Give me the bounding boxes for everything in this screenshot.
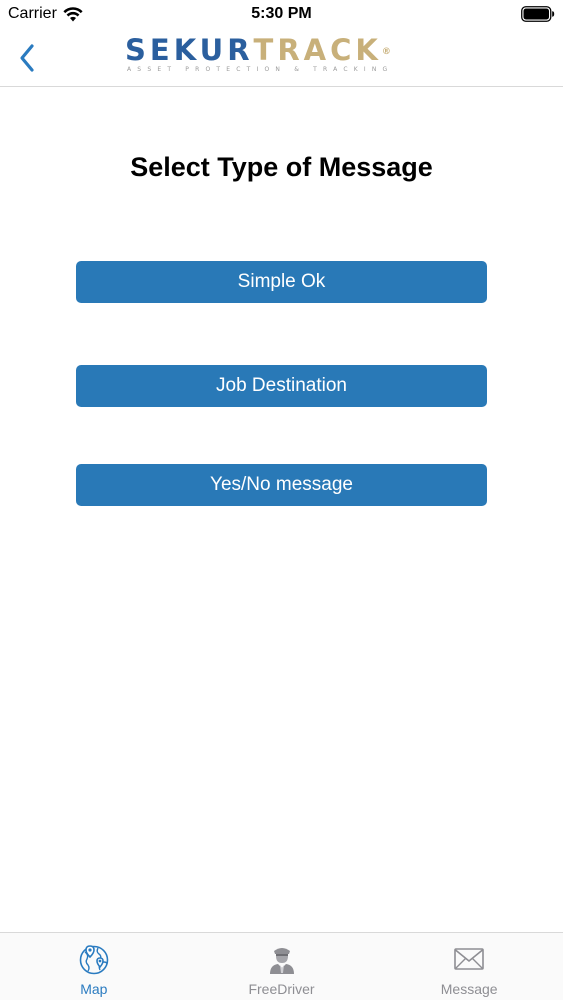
page-title: Select Type of Message	[130, 152, 433, 182]
simple-ok-button[interactable]: Simple Ok	[76, 261, 487, 303]
status-bar: Carrier 5:30 PM	[0, 0, 563, 30]
status-time: 5:30 PM	[251, 5, 312, 22]
chevron-left-icon	[20, 44, 34, 72]
logo-tagline: ASSET PROTECTION & TRACKING	[127, 66, 394, 73]
tab-message-label: Message	[440, 981, 498, 997]
envelope-icon	[454, 948, 484, 970]
tab-bar: Map FreeDriver Message	[0, 932, 563, 1000]
logo-part-track: TRACK	[253, 33, 382, 67]
tab-message[interactable]: Message	[375, 933, 563, 1000]
back-button[interactable]	[12, 38, 42, 78]
tab-freedriver[interactable]: FreeDriver	[188, 933, 376, 1000]
tab-freedriver-label: FreeDriver	[248, 981, 315, 997]
tab-map[interactable]: Map	[0, 933, 188, 1000]
logo-wordmark: SEKUR TRACK ®	[125, 34, 437, 68]
logo-registered-mark: ®	[381, 47, 391, 57]
map-pin-globe-icon	[79, 945, 109, 975]
yes-no-message-button[interactable]: Yes/No message	[76, 464, 487, 506]
job-destination-button[interactable]: Job Destination	[76, 365, 487, 407]
logo-part-sekur: SEKUR	[125, 33, 254, 67]
sekurtrack-logo: SEKUR TRACK ® ASSET PROTECTION & TRACKING	[125, 34, 437, 76]
driver-icon	[269, 948, 294, 974]
tab-map-label: Map	[80, 981, 108, 997]
battery-icon	[521, 6, 555, 22]
nav-bar: SEKUR TRACK ® ASSET PROTECTION & TRACKING	[0, 30, 563, 87]
